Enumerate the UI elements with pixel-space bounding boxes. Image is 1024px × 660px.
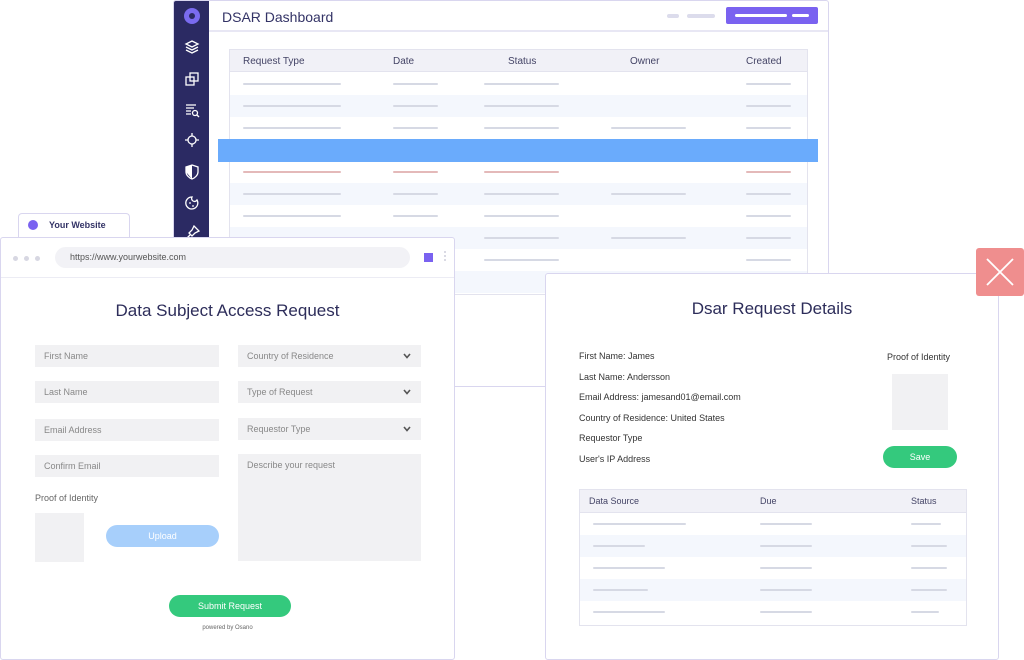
column-status[interactable]: Status <box>508 56 536 67</box>
proof-of-identity-label: Proof of Identity <box>35 493 99 503</box>
window-dot-icon <box>13 256 18 261</box>
browser-tab[interactable]: Your Website <box>18 213 130 239</box>
save-button[interactable]: Save <box>883 446 957 468</box>
close-icon <box>986 258 1014 286</box>
logo-icon[interactable] <box>184 8 200 24</box>
detail-requestor-type: Requestor Type <box>579 433 643 443</box>
column-created[interactable]: Created <box>746 56 782 67</box>
proof-of-identity-label: Proof of Identity <box>887 352 951 362</box>
country-select[interactable]: Country of Residence <box>238 345 421 367</box>
column-date[interactable]: Date <box>393 56 414 67</box>
detail-last-name: Last Name: Andersson <box>579 372 671 382</box>
table-row[interactable] <box>580 513 966 535</box>
last-name-field[interactable]: Last Name <box>35 381 219 403</box>
url-bar[interactable]: https://www.yourwebsite.com <box>55 247 410 268</box>
table-row[interactable] <box>580 535 966 557</box>
request-details-window: Dsar Request Details First Name: James L… <box>545 273 999 660</box>
column-data-source[interactable]: Data Source <box>589 496 639 506</box>
header-placeholder <box>687 14 715 18</box>
dashboard-header: DSAR Dashboard <box>209 1 828 32</box>
request-type-value: Type of Request <box>247 387 313 397</box>
table-row[interactable] <box>580 557 966 579</box>
upload-button[interactable]: Upload <box>106 525 219 547</box>
column-request-type[interactable]: Request Type <box>243 56 305 67</box>
close-button[interactable] <box>976 248 1024 296</box>
website-window: https://www.yourwebsite.com Data Subject… <box>0 237 455 660</box>
proof-of-identity-image[interactable] <box>892 374 948 430</box>
form-title: Data Subject Access Request <box>115 301 340 320</box>
confirm-email-field[interactable]: Confirm Email <box>35 455 219 477</box>
table-row[interactable] <box>230 205 807 227</box>
extension-icon[interactable] <box>424 253 433 262</box>
table-row[interactable] <box>230 73 807 95</box>
header-action-button[interactable] <box>726 7 818 24</box>
chevron-down-icon <box>403 389 411 395</box>
table-header: Request Type Date Status Owner Created <box>230 50 807 72</box>
tab-label: Your Website <box>49 220 106 230</box>
table-row[interactable] <box>230 183 807 205</box>
requestor-type-value: Requestor Type <box>247 424 311 434</box>
detail-ip-address: User's IP Address <box>579 454 651 464</box>
target-icon[interactable] <box>184 132 200 148</box>
first-name-field[interactable]: First Name <box>35 345 219 367</box>
country-select-value: Country of Residence <box>247 351 334 361</box>
list-search-icon[interactable] <box>184 102 200 118</box>
column-due[interactable]: Due <box>760 496 777 506</box>
details-title: Dsar Request Details <box>691 299 853 318</box>
window-dot-icon <box>24 256 29 261</box>
table-header: Data Source Due Status <box>580 490 966 513</box>
layers-icon[interactable] <box>184 39 200 55</box>
column-status[interactable]: Status <box>911 496 937 506</box>
detail-email: Email Address: jamesand01@email.com <box>579 392 741 402</box>
requestor-type-select[interactable]: Requestor Type <box>238 418 421 440</box>
email-field[interactable]: Email Address <box>35 419 219 441</box>
detail-country: Country of Residence: United States <box>579 413 725 423</box>
table-row[interactable] <box>580 601 966 623</box>
describe-request-textarea[interactable]: Describe your request <box>238 454 421 561</box>
request-type-select[interactable]: Type of Request <box>238 381 421 403</box>
table-row[interactable] <box>230 117 807 139</box>
submit-request-button[interactable]: Submit Request <box>169 595 291 617</box>
favicon-icon <box>28 220 38 230</box>
selected-row-highlight[interactable] <box>218 139 818 162</box>
powered-by-text: powered by Osano <box>202 625 253 631</box>
header-placeholder <box>667 14 679 18</box>
table-row[interactable] <box>230 95 807 117</box>
browser-toolbar: https://www.yourwebsite.com <box>1 238 454 278</box>
proof-upload-preview[interactable] <box>35 513 84 562</box>
more-menu-icon[interactable] <box>444 251 447 265</box>
copy-icon[interactable] <box>184 71 200 87</box>
shield-icon[interactable] <box>184 164 200 180</box>
window-dot-icon <box>35 256 40 261</box>
detail-first-name: First Name: James <box>579 351 655 361</box>
data-sources-table: Data Source Due Status <box>579 489 967 626</box>
column-owner[interactable]: Owner <box>630 56 659 67</box>
chevron-down-icon <box>403 353 411 359</box>
cookie-icon[interactable] <box>184 195 200 211</box>
chevron-down-icon <box>403 426 411 432</box>
table-row[interactable] <box>580 579 966 601</box>
table-row[interactable] <box>230 161 807 183</box>
page-title: DSAR Dashboard <box>222 9 334 25</box>
